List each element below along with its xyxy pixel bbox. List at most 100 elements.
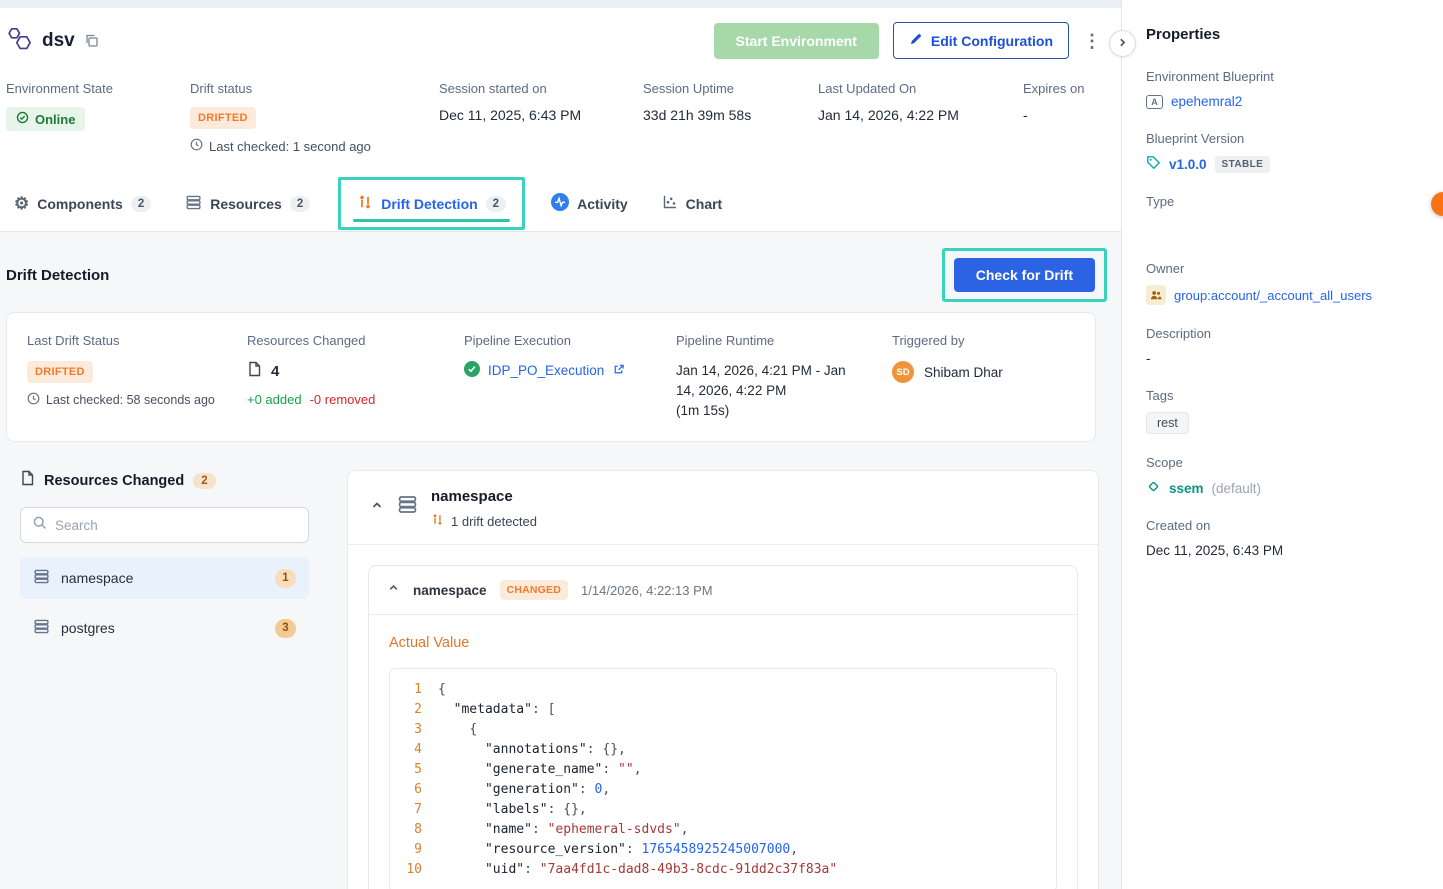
document-icon	[247, 361, 262, 381]
line-number: 3	[390, 720, 438, 740]
pencil-icon	[909, 32, 923, 49]
resources-changed-header: Resources Changed 2	[6, 470, 309, 491]
avatar: SD	[892, 361, 914, 383]
line-number: 4	[390, 740, 438, 760]
field-label: Drift status	[190, 81, 439, 96]
edit-configuration-button[interactable]: Edit Configuration	[893, 22, 1069, 59]
field-value: Jan 14, 2026, 4:22 PM	[818, 107, 1023, 123]
code-text: "uid": "7aa4fd1c-dad8-49b3-8cdc-91dd2c37…	[438, 860, 837, 880]
properties-sidebar: Properties Environment Blueprint A epehe…	[1122, 0, 1443, 889]
code-line: 9 "resource_version": 176545892524500700…	[390, 840, 1056, 860]
tab-resources[interactable]: Resources 2	[177, 176, 318, 231]
tab-label: Drift Detection	[381, 196, 477, 212]
clock-icon	[190, 138, 203, 154]
delta-row: +0 added -0 removed	[247, 392, 464, 407]
drifted-badge: DRIFTED	[27, 361, 93, 383]
check-for-drift-button[interactable]: Check for Drift	[954, 258, 1095, 292]
search-icon	[32, 515, 47, 535]
line-number: 5	[390, 760, 438, 780]
column-label: Triggered by	[892, 333, 1075, 348]
edit-configuration-label: Edit Configuration	[931, 33, 1053, 49]
prop-label: Environment Blueprint	[1146, 69, 1419, 84]
resource-name: namespace	[61, 570, 133, 586]
tab-count-badge: 2	[290, 196, 310, 212]
last-checked-text: Last checked: 58 seconds ago	[27, 392, 247, 408]
pipeline-execution-row: IDP_PO_Execution	[464, 361, 676, 380]
environment-blueprint-link[interactable]: epehemral2	[1171, 94, 1242, 109]
chevron-up-icon[interactable]	[387, 581, 400, 599]
drift-detection-content: Drift Detection Check for Drift Last Dri…	[0, 232, 1121, 889]
properties-title: Properties	[1146, 26, 1419, 43]
resource-detail-body: namespace CHANGED 1/14/2026, 4:22:13 PM …	[348, 545, 1098, 889]
tab-components[interactable]: ⚙ Components 2	[6, 176, 159, 231]
count-value: 4	[271, 363, 279, 380]
start-environment-button[interactable]: Start Environment	[714, 23, 879, 59]
tag-pill: rest	[1146, 412, 1189, 434]
pipeline-runtime-value: Jan 14, 2026, 4:21 PM - Jan 14, 2026, 4:…	[676, 361, 864, 401]
drift-detected-row: 1 drift detected	[431, 513, 537, 529]
created-on-field: Created on Dec 11, 2025, 6:43 PM	[1146, 518, 1419, 559]
blueprint-version-link[interactable]: v1.0.0	[1169, 157, 1207, 172]
app-logo-icon	[6, 25, 33, 57]
gear-icon: ⚙	[14, 195, 29, 212]
code-text: "name": "ephemeral-sdvds",	[438, 820, 688, 840]
line-number: 1	[390, 680, 438, 700]
code-line: 3 {	[390, 720, 1056, 740]
group-icon	[1146, 285, 1166, 305]
code-line: 8 "name": "ephemeral-sdvds",	[390, 820, 1056, 840]
resource-detail-panel: namespace 1 d	[347, 470, 1099, 889]
line-number: 6	[390, 780, 438, 800]
expires-on-field: Expires on -	[1023, 81, 1101, 154]
check-circle-icon	[16, 111, 29, 127]
code-text: "resource_version": 1765458925245007000,	[438, 840, 798, 860]
lower-split: Resources Changed 2	[0, 442, 1121, 889]
change-card: namespace CHANGED 1/14/2026, 4:22:13 PM …	[368, 565, 1078, 889]
search-input[interactable]	[55, 518, 297, 533]
resources-changed-column: Resources Changed 4 +0 added -0 removed	[247, 333, 464, 421]
drifted-badge: DRIFTED	[190, 107, 256, 129]
success-check-icon	[464, 361, 480, 380]
tab-label: Activity	[577, 196, 628, 212]
resources-changed-panel: Resources Changed 2	[6, 470, 309, 649]
code-line: 10 "uid": "7aa4fd1c-dad8-49b3-8cdc-91dd2…	[390, 860, 1056, 880]
prop-label: Scope	[1146, 455, 1419, 470]
resource-item-namespace[interactable]: namespace 1	[20, 557, 309, 599]
tab-bar: ⚙ Components 2 Resources 2	[0, 176, 1121, 232]
scope-field: Scope ssem (default)	[1146, 455, 1419, 497]
collapse-panel-button[interactable]	[1109, 30, 1136, 57]
more-options-button[interactable]: ⋮	[1083, 32, 1101, 50]
pipeline-execution-link[interactable]: IDP_PO_Execution	[488, 363, 604, 378]
activity-icon	[551, 193, 569, 214]
last-checked-label: Last checked: 58 seconds ago	[46, 393, 215, 407]
tab-count-badge: 2	[131, 196, 151, 212]
line-number: 7	[390, 800, 438, 820]
chevron-up-icon[interactable]	[370, 498, 384, 517]
section-header: Drift Detection Check for Drift	[0, 232, 1121, 310]
stable-badge: STABLE	[1215, 156, 1271, 173]
chart-icon	[662, 194, 678, 213]
scope-name: ssem	[1169, 481, 1204, 496]
line-number: 10	[390, 860, 438, 880]
last-checked-text: Last checked: 1 second ago	[190, 138, 439, 154]
code-line: 5 "generate_name": "",	[390, 760, 1056, 780]
tab-drift-detection[interactable]: Drift Detection 2	[341, 180, 522, 227]
tab-chart[interactable]: Chart	[654, 176, 731, 231]
field-value: -	[1023, 107, 1101, 123]
code-block[interactable]: 1{2 "metadata": [3 {4 "annotations": {},…	[389, 668, 1057, 889]
tab-activity[interactable]: Activity	[543, 176, 636, 231]
code-line: 2 "metadata": [	[390, 700, 1056, 720]
code-line: 1{	[390, 680, 1056, 700]
field-label: Environment State	[6, 81, 190, 96]
copy-name-button[interactable]	[84, 33, 99, 48]
resources-changed-title: Resources Changed	[44, 473, 184, 489]
top-strip	[0, 0, 1121, 8]
stack-icon	[33, 568, 50, 588]
drift-count-badge: 3	[275, 619, 296, 638]
resource-item-postgres[interactable]: postgres 3	[20, 607, 309, 649]
session-uptime-field: Session Uptime 33d 21h 39m 58s	[643, 81, 818, 154]
stack-icon	[185, 194, 202, 214]
owner-link[interactable]: group:account/_account_all_users	[1174, 288, 1372, 303]
stack-icon	[33, 618, 50, 638]
status-bar: Environment State Online Drift status DR…	[0, 71, 1121, 176]
drift-icon	[431, 513, 444, 529]
